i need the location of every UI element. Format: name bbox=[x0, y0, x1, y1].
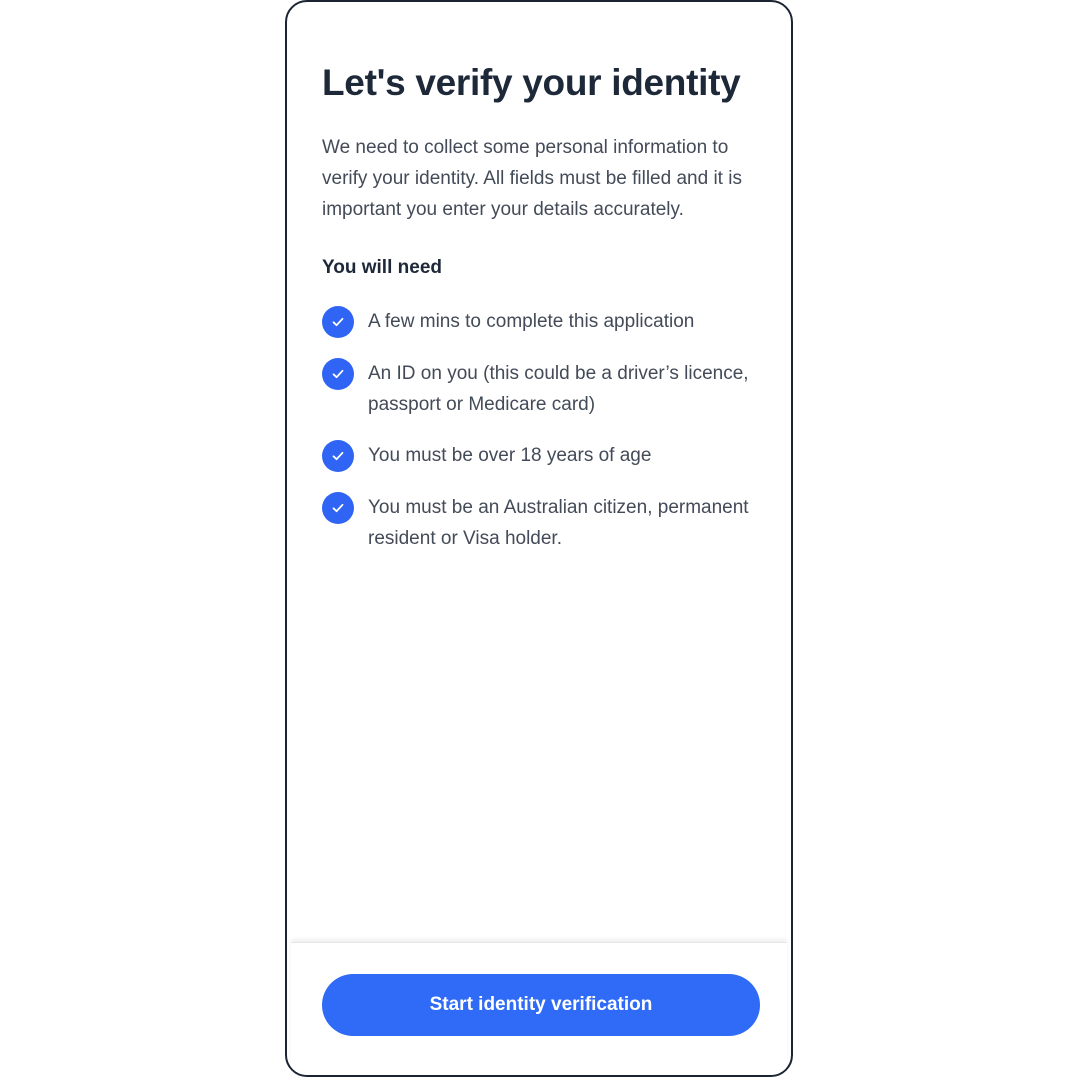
check-circle-icon bbox=[322, 306, 354, 338]
page-title: Let's verify your identity bbox=[322, 62, 741, 103]
requirement-text: You must be an Australian citizen, perma… bbox=[368, 497, 749, 549]
requirement-item: An ID on you (this could be a driver’s l… bbox=[322, 358, 762, 420]
check-circle-icon bbox=[322, 492, 354, 524]
requirement-item: You must be an Australian citizen, perma… bbox=[322, 492, 762, 554]
requirements-list: A few mins to complete this application … bbox=[322, 306, 762, 574]
requirement-text: You must be over 18 years of age bbox=[368, 445, 652, 466]
requirement-item: A few mins to complete this application bbox=[322, 306, 762, 338]
check-circle-icon bbox=[322, 440, 354, 472]
requirement-item: You must be over 18 years of age bbox=[322, 440, 762, 472]
footer-action-bar: Start identity verification bbox=[291, 942, 787, 1075]
phone-frame: Let's verify your identity We need to co… bbox=[285, 0, 793, 1077]
check-circle-icon bbox=[322, 358, 354, 390]
requirement-text: A few mins to complete this application bbox=[368, 311, 695, 332]
start-verification-button[interactable]: Start identity verification bbox=[322, 974, 760, 1036]
requirement-text: An ID on you (this could be a driver’s l… bbox=[368, 363, 749, 415]
requirements-heading: You will need bbox=[322, 257, 442, 278]
intro-text: We need to collect some personal informa… bbox=[322, 137, 742, 220]
